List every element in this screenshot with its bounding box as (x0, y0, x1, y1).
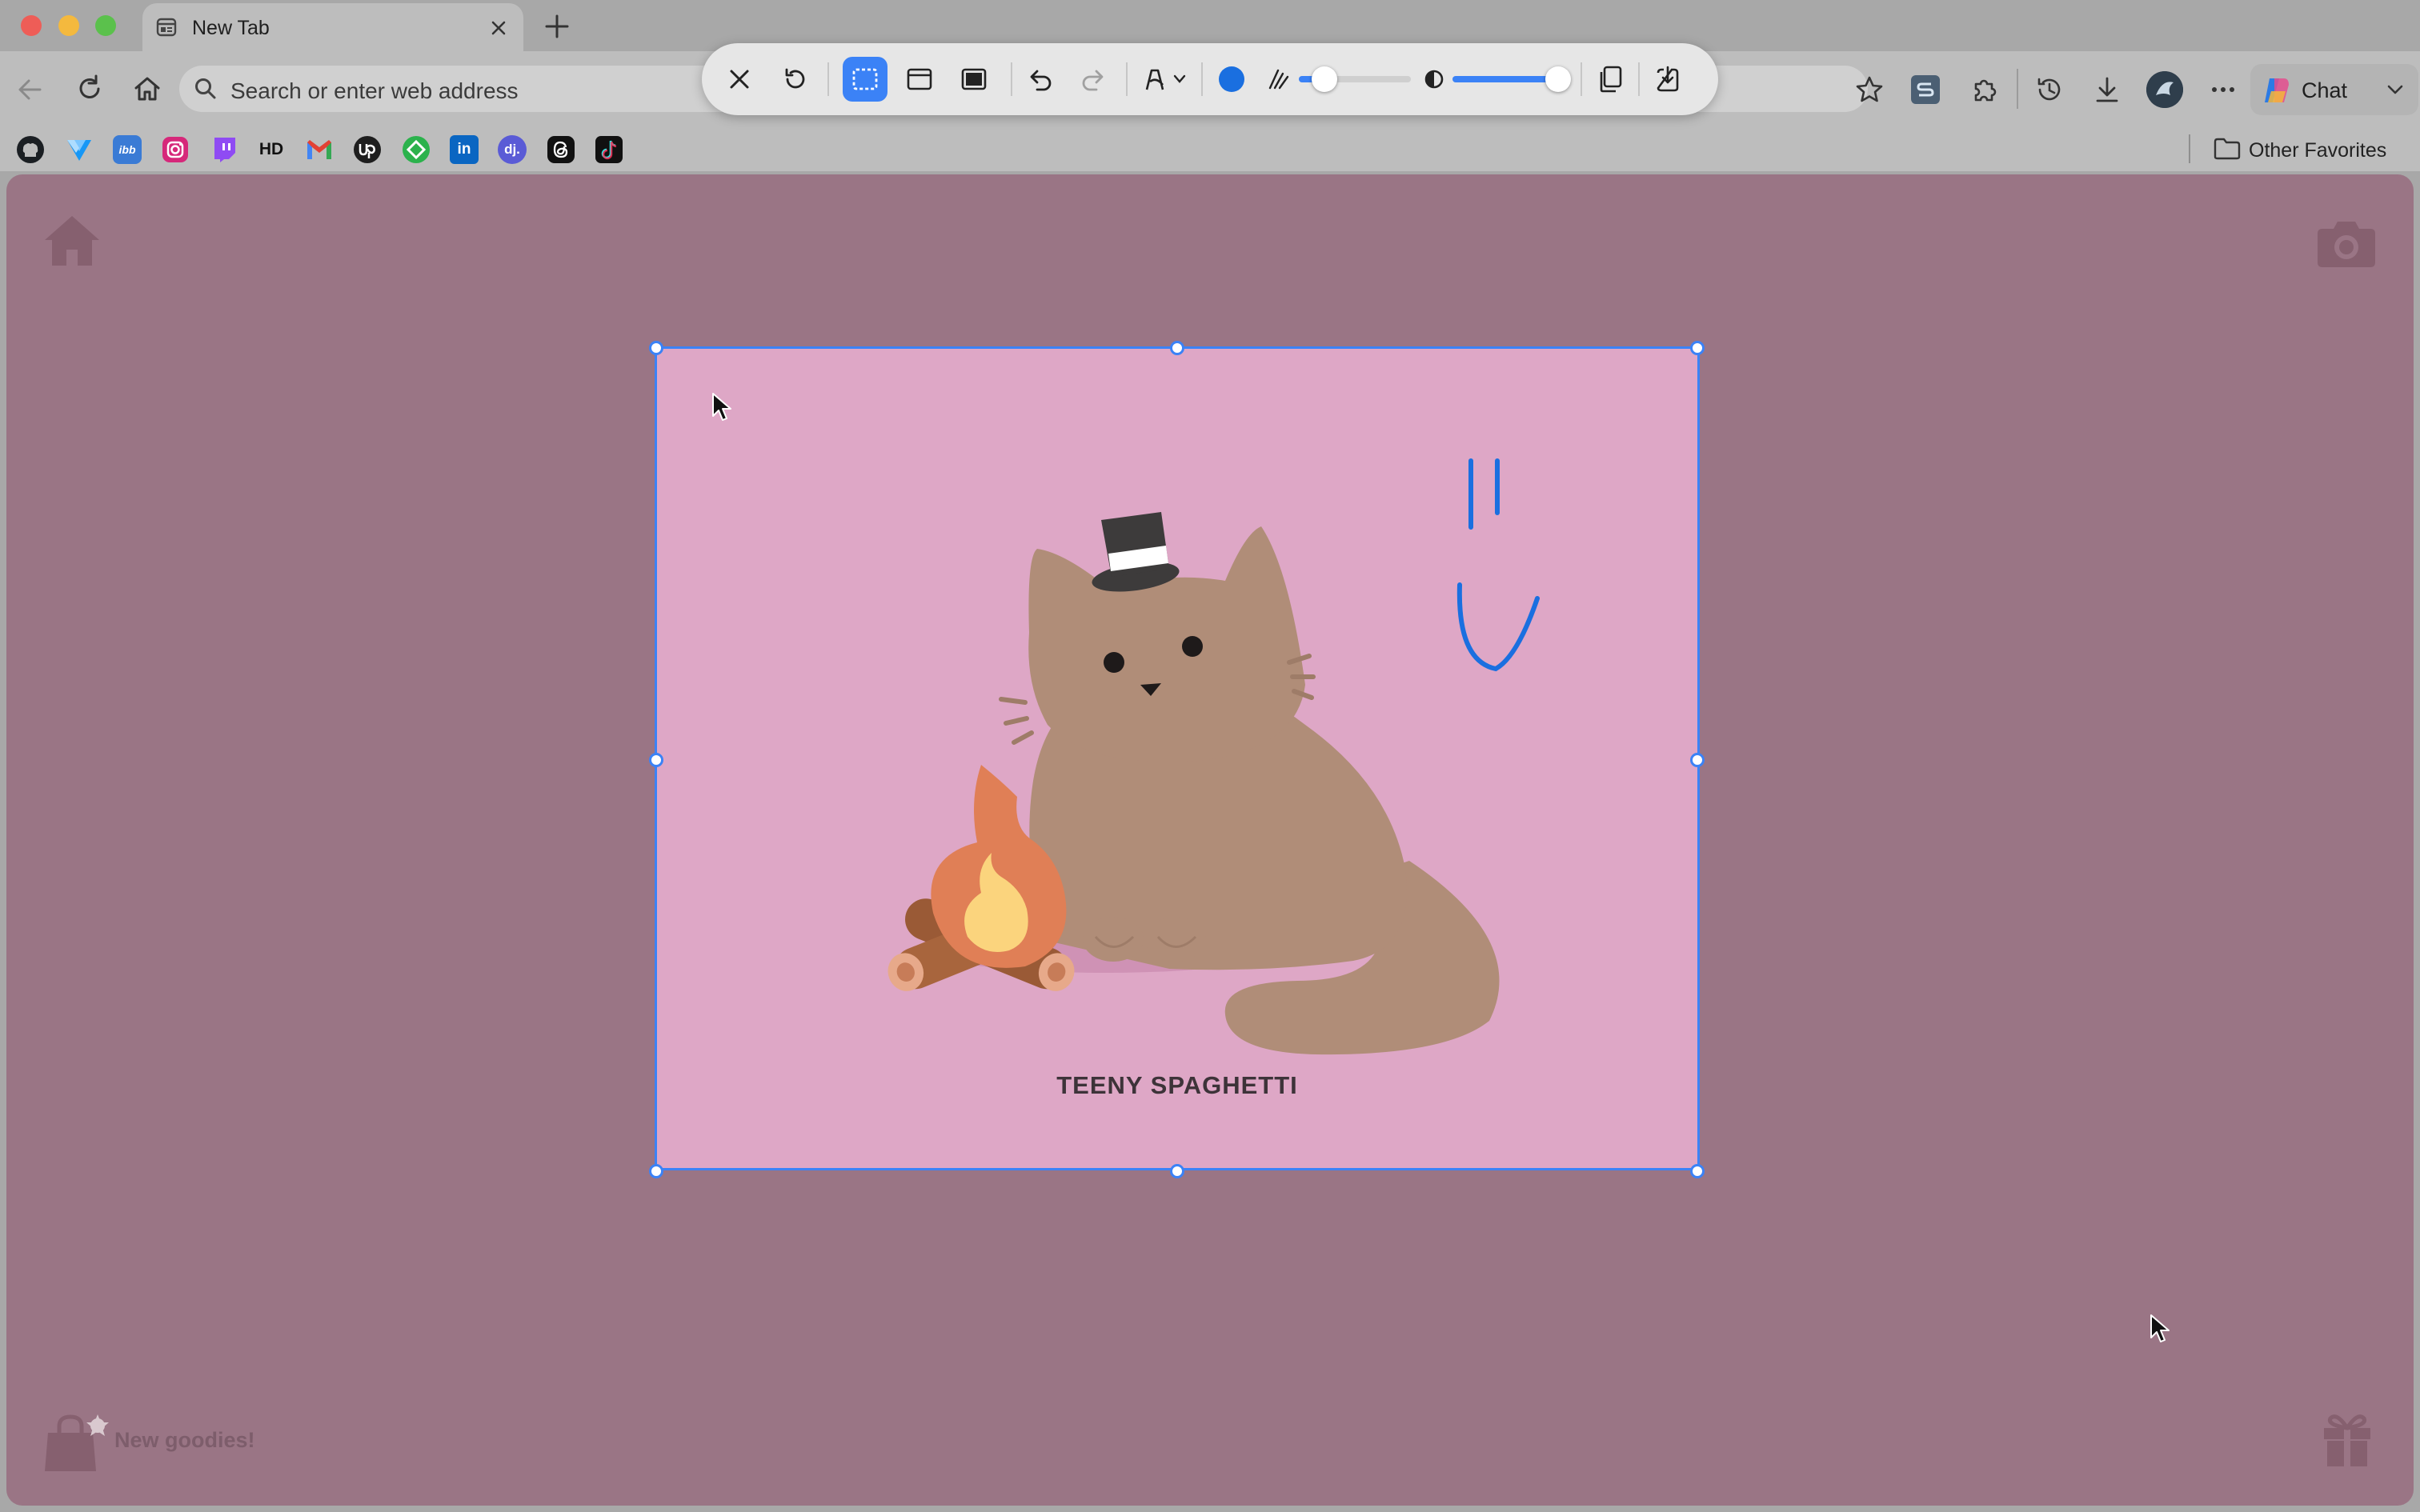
bookmarks-divider (2189, 134, 2190, 163)
linkedin-bookmark[interactable]: in (450, 135, 479, 164)
new-goodies-label: New goodies! (114, 1428, 255, 1452)
mouse-cursor-icon (712, 393, 731, 421)
feedly-bookmark-icon[interactable] (402, 135, 431, 164)
instagram-bookmark-icon[interactable] (161, 135, 190, 164)
resize-handle-top-right[interactable] (1690, 341, 1705, 355)
minimize-window-button[interactable] (58, 15, 79, 36)
address-placeholder: Search or enter web address (230, 78, 519, 103)
more-options-icon[interactable] (2209, 75, 2238, 104)
shopping-bag-icon (45, 1414, 109, 1471)
resize-handle-right[interactable] (1690, 753, 1705, 767)
history-icon[interactable] (2034, 74, 2065, 105)
capture-divider (1201, 62, 1203, 96)
extension-s-icon[interactable] (1911, 75, 1940, 104)
github-bookmark-icon[interactable] (16, 135, 45, 164)
vuetify-bookmark-icon[interactable] (65, 135, 94, 164)
maximize-window-button[interactable] (95, 15, 116, 36)
folder-icon (2214, 138, 2241, 160)
chat-label: Chat (2302, 78, 2348, 102)
pen-icon (1145, 69, 1164, 90)
opacity-icon (1424, 70, 1444, 89)
home-icon[interactable] (132, 74, 162, 104)
profile-avatar[interactable] (2146, 71, 2183, 108)
stroke-size-slider[interactable] (1299, 66, 1411, 92)
extensions-puzzle-icon[interactable] (1969, 74, 2000, 105)
camera-icon[interactable] (2316, 219, 2377, 269)
select-area-icon (852, 68, 878, 90)
toolbar-divider (2017, 69, 2018, 109)
capture-divider (1638, 62, 1640, 96)
chevron-down-icon (2387, 85, 2403, 94)
dj-bookmark[interactable]: dj. (498, 135, 527, 164)
copilot-icon (2265, 78, 2289, 102)
undo-icon[interactable] (1026, 66, 1053, 93)
tiktok-bookmark-icon[interactable] (595, 135, 623, 164)
reset-icon[interactable] (781, 66, 808, 93)
cat-illustration (887, 458, 1540, 1055)
refresh-icon[interactable] (74, 74, 105, 104)
favorite-star-icon[interactable] (1855, 75, 1884, 104)
gift-icon[interactable] (2321, 1410, 2374, 1468)
resize-handle-bottom-left[interactable] (649, 1164, 663, 1178)
back-icon[interactable] (16, 75, 45, 104)
mouse-cursor-icon (2150, 1314, 2170, 1342)
gmail-bookmark-icon[interactable] (305, 135, 334, 164)
opacity-thumb[interactable] (1545, 66, 1571, 92)
tab-title: New Tab (192, 17, 270, 39)
select-area-button[interactable] (843, 57, 887, 102)
hd-bookmark[interactable]: HD (257, 135, 286, 164)
other-favorites-label: Other Favorites (2249, 139, 2387, 162)
stroke-size-thumb[interactable] (1312, 66, 1337, 92)
capture-divider (1581, 62, 1582, 96)
twitch-bookmark-icon[interactable] (210, 135, 238, 164)
opacity-slider[interactable] (1452, 66, 1571, 92)
search-icon (195, 78, 216, 99)
capture-divider (827, 62, 829, 96)
threads-bookmark-icon[interactable] (547, 135, 575, 164)
new-tab-page: TEENY SPAGHETTI New goodies! (6, 174, 2414, 1506)
close-tab-icon[interactable] (490, 19, 507, 37)
full-screen-icon (961, 68, 987, 90)
stroke-size-icon (1268, 69, 1289, 90)
home-page-icon[interactable] (43, 214, 101, 267)
resize-handle-top-left[interactable] (649, 341, 663, 355)
ibb-bookmark[interactable]: ibb (113, 135, 142, 164)
new-goodies-button[interactable]: New goodies! (43, 1410, 299, 1474)
copilot-chat-button[interactable]: Chat (2250, 64, 2418, 115)
capture-selection-area[interactable]: TEENY SPAGHETTI (649, 341, 1705, 1178)
close-window-button[interactable] (21, 15, 42, 36)
resize-handle-top[interactable] (1170, 341, 1184, 355)
resize-handle-bottom-right[interactable] (1690, 1164, 1705, 1178)
pen-color-swatch[interactable] (1219, 66, 1244, 92)
tab-new-tab[interactable]: New Tab (142, 3, 523, 51)
upwork-bookmark-icon[interactable] (353, 135, 382, 164)
chevron-down-icon (1173, 74, 1186, 83)
capture-divider (1126, 62, 1128, 96)
capture-full-page-button[interactable] (952, 57, 996, 102)
pen-tool-dropdown[interactable] (1140, 62, 1190, 96)
copy-icon[interactable] (1597, 65, 1624, 94)
close-capture-icon[interactable] (727, 67, 751, 91)
window-icon (907, 68, 932, 90)
downloads-icon[interactable] (2092, 74, 2122, 105)
capture-divider (1011, 62, 1012, 96)
new-tab-page-icon (156, 18, 177, 37)
resize-handle-bottom[interactable] (1170, 1164, 1184, 1178)
bookmarks-bar: ibb HD in dj. Other Favorites (0, 126, 2420, 171)
art-caption: TEENY SPAGHETTI (1056, 1071, 1298, 1099)
resize-handle-left[interactable] (649, 753, 663, 767)
other-favorites-folder[interactable]: Other Favorites (2214, 133, 2414, 165)
capture-window-button[interactable] (897, 57, 942, 102)
new-tab-icon[interactable] (544, 14, 570, 39)
redo-icon[interactable] (1080, 66, 1108, 93)
capture-toolbar (702, 43, 1718, 115)
save-icon[interactable] (1654, 65, 1681, 94)
